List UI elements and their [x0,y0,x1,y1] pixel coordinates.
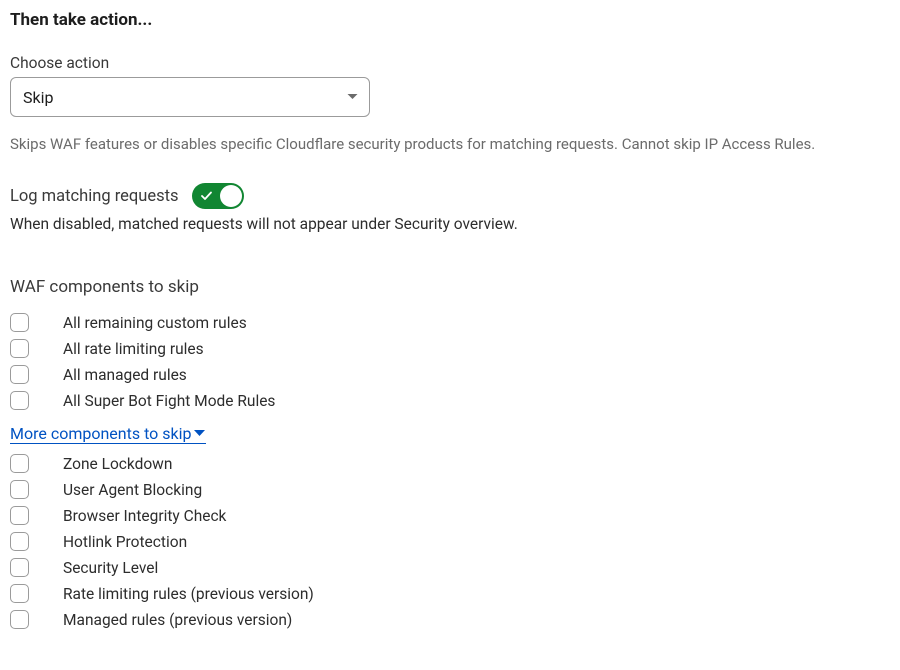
more-components-label: More components to skip [10,424,192,443]
action-select[interactable]: Skip [10,77,370,117]
list-item: All remaining custom rules [10,313,890,332]
checkbox-label: Browser Integrity Check [63,507,226,525]
checkbox[interactable] [10,532,29,551]
checkbox-label: All Super Bot Fight Mode Rules [63,392,275,410]
caret-down-icon [193,429,206,438]
list-item: Managed rules (previous version) [10,610,890,629]
checkbox-label: User Agent Blocking [63,481,202,499]
log-toggle-label: Log matching requests [10,187,179,206]
list-item: All Super Bot Fight Mode Rules [10,391,890,410]
action-label: Choose action [10,54,890,72]
list-item: User Agent Blocking [10,480,890,499]
checkbox[interactable] [10,454,29,473]
checkbox[interactable] [10,391,29,410]
list-item: All managed rules [10,365,890,384]
checkbox[interactable] [10,610,29,629]
checkbox[interactable] [10,558,29,577]
checkbox[interactable] [10,365,29,384]
checkbox[interactable] [10,313,29,332]
checkbox[interactable] [10,339,29,358]
checkbox[interactable] [10,584,29,603]
section-title: Then take action... [10,10,890,30]
log-hint: When disabled, matched requests will not… [10,215,890,233]
more-checkbox-list: Zone Lockdown User Agent Blocking Browse… [10,454,890,629]
checkbox-label: All remaining custom rules [63,314,247,332]
checkbox-label: All rate limiting rules [63,340,204,358]
checkbox-label: Rate limiting rules (previous version) [63,585,314,603]
toggle-knob [220,185,242,207]
skip-title: WAF components to skip [10,277,890,297]
action-select-value: Skip [23,88,53,107]
primary-checkbox-list: All remaining custom rules All rate limi… [10,313,890,410]
checkbox-label: All managed rules [63,366,187,384]
checkbox-label: Security Level [63,559,158,577]
log-toggle[interactable] [192,183,244,209]
list-item: All rate limiting rules [10,339,890,358]
checkbox-label: Hotlink Protection [63,533,187,551]
check-icon [201,192,212,201]
list-item: Rate limiting rules (previous version) [10,584,890,603]
checkbox-label: Zone Lockdown [63,455,172,473]
checkbox[interactable] [10,506,29,525]
list-item: Hotlink Protection [10,532,890,551]
list-item: Browser Integrity Check [10,506,890,525]
action-description: Skips WAF features or disables specific … [10,135,890,153]
checkbox-label: Managed rules (previous version) [63,611,292,629]
list-item: Zone Lockdown [10,454,890,473]
list-item: Security Level [10,558,890,577]
more-components-toggle[interactable]: More components to skip [10,424,206,444]
checkbox[interactable] [10,480,29,499]
